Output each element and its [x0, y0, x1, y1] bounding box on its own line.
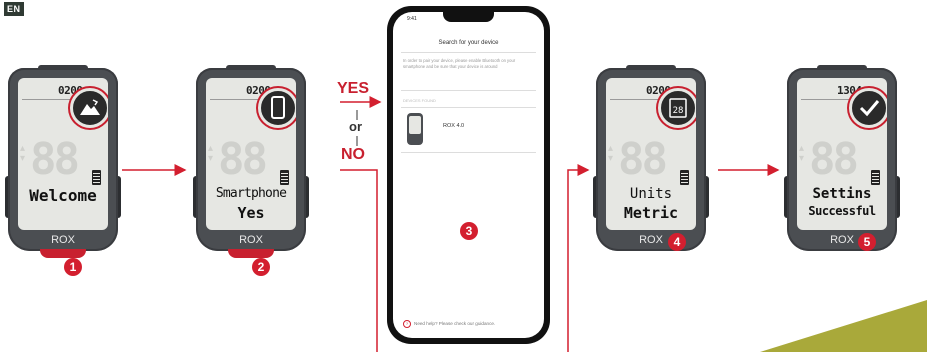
arrow-to-step4 [567, 164, 590, 352]
calendar-icon: 28 [658, 88, 696, 128]
screen-line-2: Welcome [29, 186, 97, 205]
phone-screen-title: Search for your device [438, 40, 499, 46]
device-label: ROX [51, 234, 75, 246]
decorative-olive-swoosh [760, 300, 927, 352]
phone-screen: 9:41 Search for your device In order to … [393, 12, 544, 338]
arrow-no-path [340, 169, 378, 352]
device-step-2: 0200 ▴ ▾ 88 Smartphone Yes ROX [193, 65, 309, 258]
battery-icon [280, 170, 289, 185]
screen-line-1: Smartphone [215, 186, 287, 201]
found-device-thumbnail [407, 113, 423, 145]
device-label: ROX [639, 234, 663, 246]
device-button [228, 249, 274, 258]
smartphone-step-3: 9:41 Search for your device In order to … [387, 6, 550, 344]
device-label: ROX [239, 234, 263, 246]
device-screen: 1304 ▴ ▾ 88 Settins Successful [797, 78, 887, 230]
found-device-name[interactable]: ROX 4.0 [443, 123, 464, 129]
screen-line-1: Units [629, 186, 673, 202]
decision-yes-label: YES [337, 80, 370, 97]
phone-help-link[interactable]: ? Need help? Please check our guidance. [403, 320, 495, 328]
phone-instruction: In order to pair your device, please ena… [403, 58, 516, 69]
device-screen: 0200 28 ▴ ▾ 88 Units Metric [606, 78, 696, 230]
svg-text:28: 28 [673, 106, 684, 116]
help-icon: ? [403, 320, 411, 328]
step-badge-1: 1 [64, 258, 82, 276]
device-step-4: 0200 28 ▴ ▾ 88 Units Metric ROX [593, 65, 709, 258]
device-screen: 0200 ▴ ▾ 88 Smartphone Yes [206, 78, 296, 230]
phone-icon [258, 88, 296, 128]
device-step-5: 1304 ▴ ▾ 88 Settins Successful ROX [784, 65, 900, 258]
decision-no-label: NO [341, 146, 365, 163]
phone-section-label: DEVICES FOUND [403, 98, 436, 103]
decision-or-label: or [349, 119, 362, 134]
screen-line-2: Yes [237, 204, 265, 222]
device-label: ROX [830, 234, 854, 246]
device-button [40, 249, 86, 258]
checkmark-icon [849, 88, 887, 128]
screen-line-2: Metric [623, 204, 679, 222]
device-step-1: 0200 ▴ ▾ 88 Welcome ROX [5, 65, 121, 258]
step-badge-3: 3 [460, 222, 478, 240]
screen-line-1: Settins [812, 186, 872, 202]
step-badge-5: 5 [858, 233, 876, 251]
mountain-icon [70, 88, 108, 128]
battery-icon [92, 170, 101, 185]
step-badge-4: 4 [668, 233, 686, 251]
device-screen: 0200 ▴ ▾ 88 Welcome [18, 78, 108, 230]
step-badge-2: 2 [252, 258, 270, 276]
phone-status-time: 9:41 [407, 16, 417, 22]
battery-icon [680, 170, 689, 185]
battery-icon [871, 170, 880, 185]
screen-line-2: Successful [808, 204, 876, 218]
